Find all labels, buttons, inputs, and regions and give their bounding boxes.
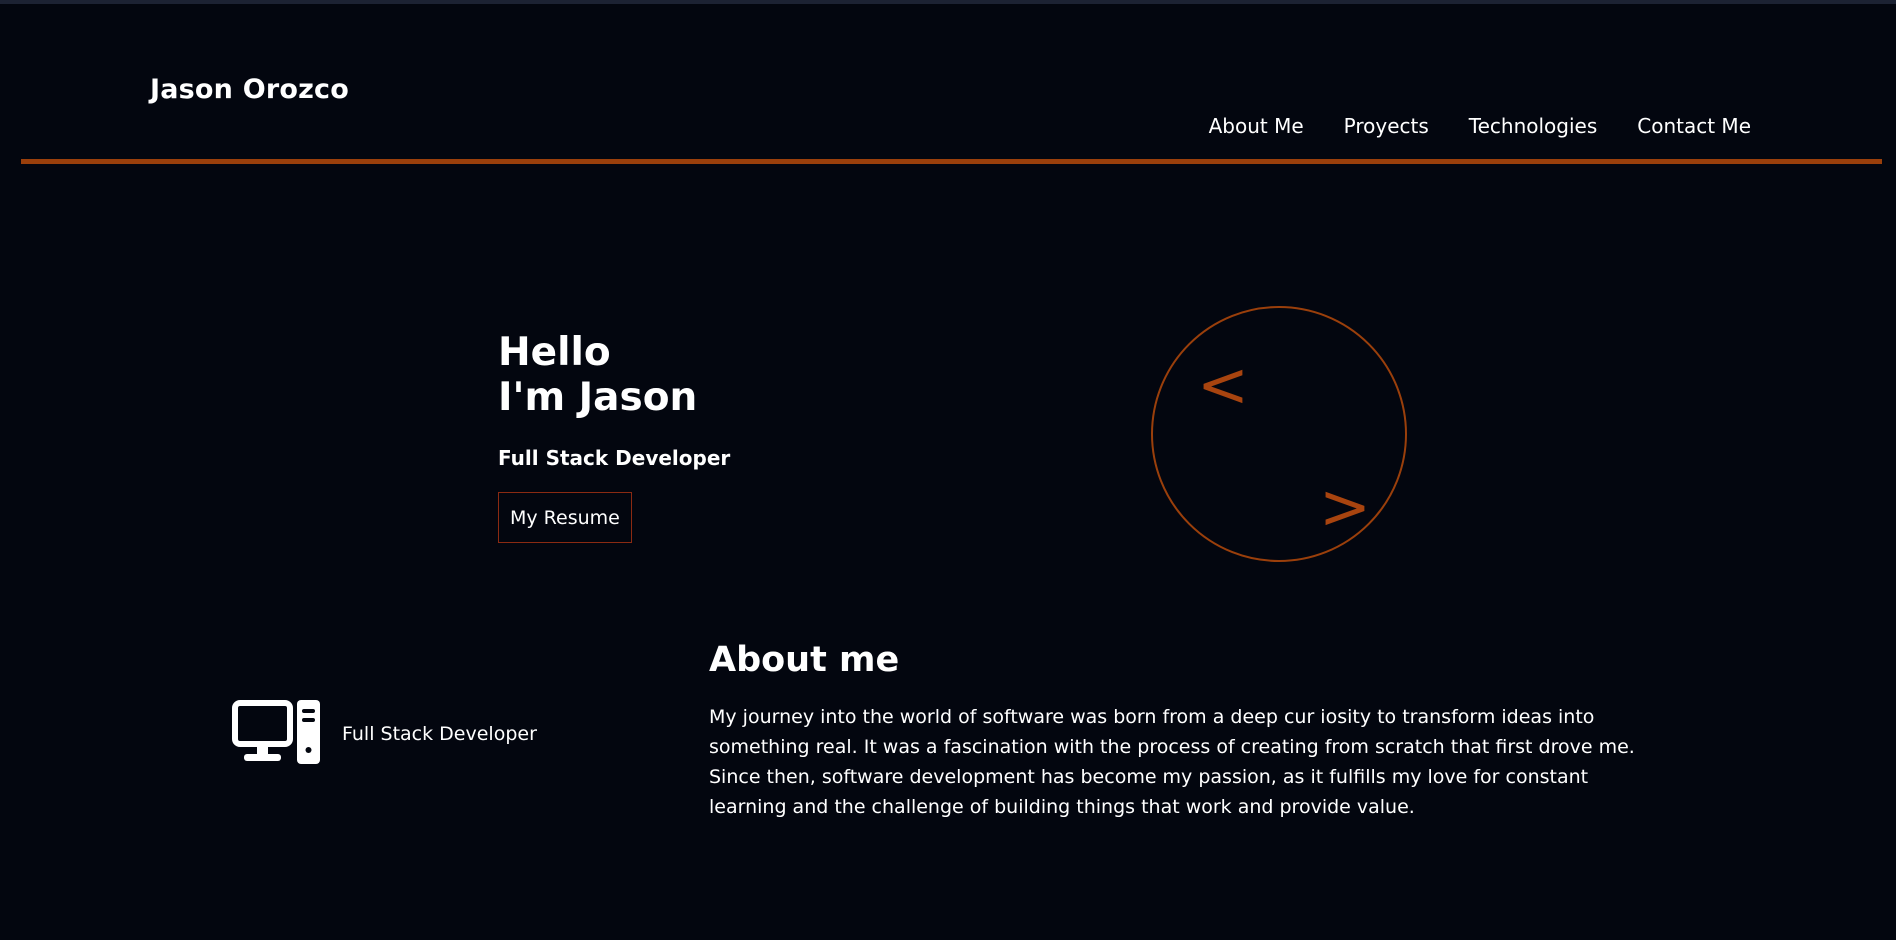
nav-link-projects[interactable]: Proyects — [1344, 114, 1429, 138]
hero-greeting-line2: I'm Jason — [498, 375, 698, 420]
chevron-left-icon: < — [1197, 348, 1249, 421]
main-nav: About Me Proyects Technologies Contact M… — [1209, 114, 1751, 138]
about-role-label: Full Stack Developer — [342, 723, 537, 745]
brand-name[interactable]: Jason Orozco — [150, 74, 349, 105]
resume-button[interactable]: My Resume — [498, 492, 632, 543]
desktop-computer-icon — [232, 700, 320, 768]
about-text: My journey into the world of software wa… — [709, 706, 1635, 818]
header-divider — [21, 159, 1882, 164]
about-role-card: Full Stack Developer — [232, 700, 537, 768]
hero-greeting: Hello I'm Jason — [498, 330, 730, 420]
hero-greeting-line1: Hello — [498, 330, 611, 375]
hero-intro: Hello I'm Jason Full Stack Developer My … — [498, 330, 730, 543]
code-logo-circle: < > — [1151, 306, 1407, 562]
hero-role: Full Stack Developer — [498, 446, 731, 470]
nav-link-about[interactable]: About Me — [1209, 114, 1304, 138]
nav-link-technologies[interactable]: Technologies — [1469, 114, 1597, 138]
site-header: Jason Orozco About Me Proyects Technolog… — [0, 0, 1896, 170]
nav-link-contact[interactable]: Contact Me — [1637, 114, 1751, 138]
about-section: About me My journey into the world of so… — [709, 640, 1654, 841]
chevron-right-icon: > — [1319, 470, 1371, 543]
about-title: About me — [709, 640, 900, 680]
